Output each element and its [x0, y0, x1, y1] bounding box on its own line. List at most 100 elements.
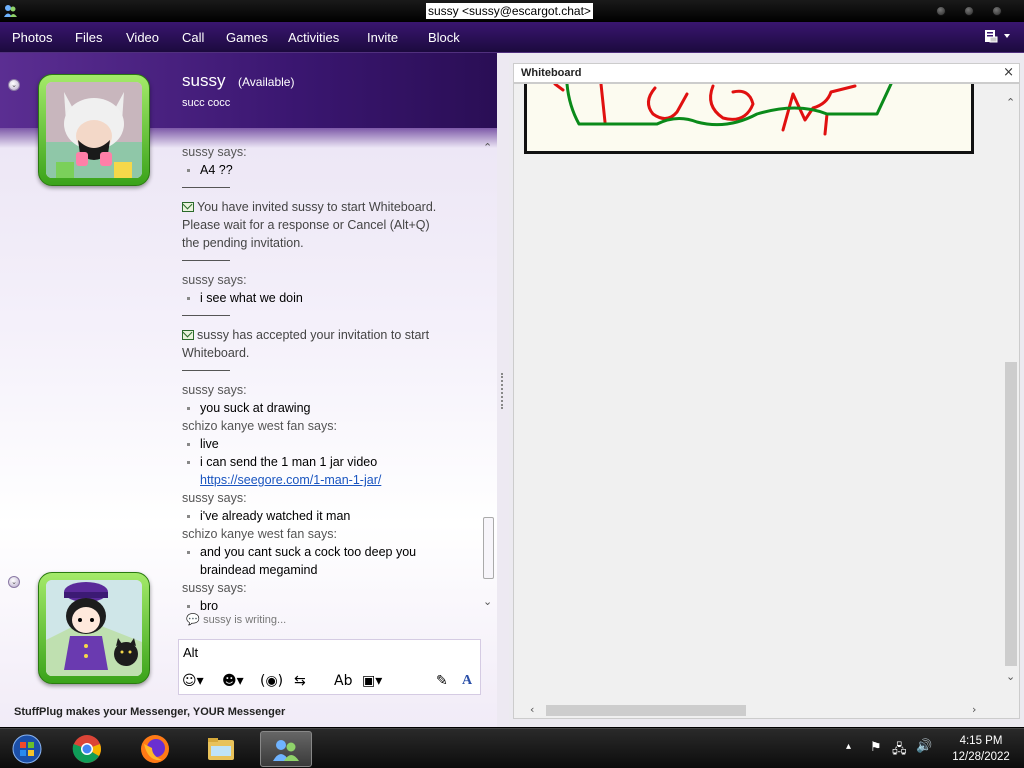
close-button[interactable] — [992, 6, 1002, 16]
clock[interactable]: 4:15 PM 12/28/2022 — [942, 733, 1020, 765]
message-text: live — [182, 435, 478, 453]
menu-bar: Photos Files Video Call Games Activities… — [0, 22, 1024, 53]
whiteboard-area[interactable]: ⌃ ⌄ ‹ › — [513, 83, 1020, 719]
action-center-flag-icon[interactable]: ⚑ — [870, 740, 882, 755]
menu-activities[interactable]: Activities — [288, 30, 339, 45]
scroll-left-icon[interactable]: ‹ — [530, 703, 534, 716]
taskbar-firefox[interactable] — [130, 731, 182, 767]
messenger-icon — [273, 740, 299, 761]
whiteboard-canvas[interactable] — [524, 84, 974, 154]
window-title: sussy <sussy@escargot.chat> — [426, 3, 593, 19]
message-separator — [182, 315, 230, 316]
message-link[interactable]: https://seegore.com/1-man-1-jar/ — [200, 473, 381, 487]
message-text: braindead megamind — [200, 563, 318, 577]
maximize-button[interactable] — [964, 6, 974, 16]
whiteboard-header: Whiteboard × — [513, 63, 1020, 83]
text-mode-icon[interactable]: A — [462, 673, 472, 689]
message-text: i've already watched it man — [182, 507, 478, 525]
system-message-line: sussy has accepted your invitation to st… — [197, 328, 430, 342]
whiteboard-pane: Whiteboard × ⌃ ⌄ ‹ › — [509, 53, 1024, 727]
system-message-line: Whiteboard. — [182, 346, 250, 360]
typing-indicator: 💬 sussy is writing... — [186, 613, 286, 626]
system-message-line: the pending invitation. — [182, 236, 304, 250]
taskbar-file-explorer[interactable] — [196, 731, 248, 767]
input-toolbar: ☺▾ ☻▾ (◉) ⇆ Ab ▣▾ ✎ A — [178, 667, 481, 695]
minimize-button[interactable] — [936, 6, 946, 16]
desktop: sussy <sussy@escargot.chat> Photos Files… — [0, 0, 1024, 768]
start-button[interactable] — [2, 731, 54, 767]
taskbar: ▴ ⚑ 🖧 🔊 4:15 PM 12/28/2022 — [0, 728, 1024, 768]
messenger-icon[interactable] — [2, 3, 18, 19]
wink-icon[interactable]: ☻▾ — [222, 673, 244, 689]
file-explorer-icon — [208, 738, 234, 760]
message-input-text[interactable]: Alt — [183, 645, 198, 660]
whiteboard-vertical-scrollbar[interactable]: ⌃ ⌄ — [1003, 84, 1019, 706]
taskbar-chrome[interactable] — [62, 731, 114, 767]
self-avatar-image — [46, 580, 142, 676]
options-menu-icon[interactable] — [984, 29, 1014, 46]
scroll-down-icon[interactable]: ⌄ — [483, 595, 492, 608]
menu-games[interactable]: Games — [226, 30, 268, 45]
menu-photos[interactable]: Photos — [12, 30, 52, 45]
message-text: and you cant suck a cock too deep you — [182, 543, 478, 561]
scroll-up-icon[interactable]: ⌃ — [483, 141, 492, 154]
voice-clip-icon[interactable]: (◉) — [260, 673, 283, 689]
footer-banner[interactable]: StuffPlug makes your Messenger, YOUR Mes… — [14, 706, 285, 718]
whiteboard-horizontal-scrollbar[interactable]: ‹ › — [514, 702, 1005, 718]
vertical-scrollbar-thumb[interactable] — [1005, 362, 1017, 666]
message-separator — [182, 370, 230, 371]
scroll-up-icon[interactable]: ⌃ — [1006, 96, 1015, 109]
system-message-line: Please wait for a response or Cancel (Al… — [182, 218, 430, 232]
contact-status: (Available) — [238, 75, 295, 89]
menu-invite[interactable]: Invite — [367, 30, 398, 45]
network-icon[interactable]: 🖧 — [892, 740, 907, 762]
menu-files[interactable]: Files — [75, 30, 102, 45]
background-icon[interactable]: ▣▾ — [362, 673, 382, 689]
taskbar-messenger[interactable] — [260, 731, 312, 767]
collapse-contact-icon[interactable]: ⌄ — [8, 79, 20, 91]
emoticon-icon[interactable]: ☺▾ — [182, 673, 204, 689]
menu-video[interactable]: Video — [126, 30, 159, 45]
system-message: sussy has accepted your invitation to st… — [182, 326, 478, 362]
invitation-envelope-icon — [182, 330, 194, 340]
handwriting-icon[interactable]: ✎ — [436, 673, 448, 689]
sender-line: sussy says: — [182, 581, 247, 595]
scroll-down-icon[interactable]: ⌄ — [1006, 670, 1015, 683]
message-line: https://seegore.com/1-man-1-jar/ — [182, 471, 478, 489]
message-history[interactable]: sussy says: A4 ?? You have invited sussy t… — [182, 143, 478, 633]
conversation-pane: ⌄ sussy (Available) succ cocc sussy says… — [0, 53, 497, 727]
whiteboard-title: Whiteboard — [521, 67, 582, 79]
contact-name: sussy — [182, 71, 226, 90]
collapse-self-icon[interactable]: ⌄ — [8, 576, 20, 588]
contact-avatar[interactable] — [38, 74, 150, 186]
menu-block[interactable]: Block — [428, 30, 460, 45]
start-orb-icon — [12, 734, 42, 764]
message-history-scrollbar[interactable]: ⌃ ⌄ — [481, 141, 495, 613]
clock-date: 12/28/2022 — [952, 751, 1010, 763]
self-avatar[interactable] — [38, 572, 150, 684]
system-message-line: You have invited sussy to start Whiteboa… — [197, 200, 437, 214]
sender-line: sussy says: — [182, 145, 247, 159]
scroll-right-icon[interactable]: › — [972, 703, 976, 716]
firefox-icon — [141, 735, 169, 763]
typing-text: sussy is writing... — [203, 614, 287, 626]
pane-splitter[interactable] — [497, 53, 509, 727]
menu-call[interactable]: Call — [182, 30, 204, 45]
sender-line: sussy says: — [182, 383, 247, 397]
scrollbar-thumb[interactable] — [483, 517, 494, 579]
font-style-icon[interactable]: Ab — [334, 673, 352, 689]
sender-line: schizo kanye west fan says: — [182, 419, 337, 433]
nudge-icon[interactable]: ⇆ — [294, 673, 306, 689]
volume-icon[interactable]: 🔊 — [916, 739, 932, 754]
speech-bubble-icon: 💬 — [186, 614, 200, 626]
message-text: i can send the 1 man 1 jar video — [182, 453, 478, 471]
show-hidden-icons-icon[interactable]: ▴ — [846, 741, 851, 752]
message-text: you suck at drawing — [182, 399, 478, 417]
message-text: i see what we doin — [182, 289, 478, 307]
system-tray: ▴ ⚑ 🖧 🔊 4:15 PM 12/28/2022 — [842, 729, 1024, 768]
sender-line: sussy says: — [182, 491, 247, 505]
contact-avatar-image — [46, 82, 142, 178]
close-icon[interactable]: × — [1003, 65, 1014, 80]
horizontal-scrollbar-thumb[interactable] — [546, 705, 746, 716]
splitter-grip[interactable] — [501, 373, 503, 409]
